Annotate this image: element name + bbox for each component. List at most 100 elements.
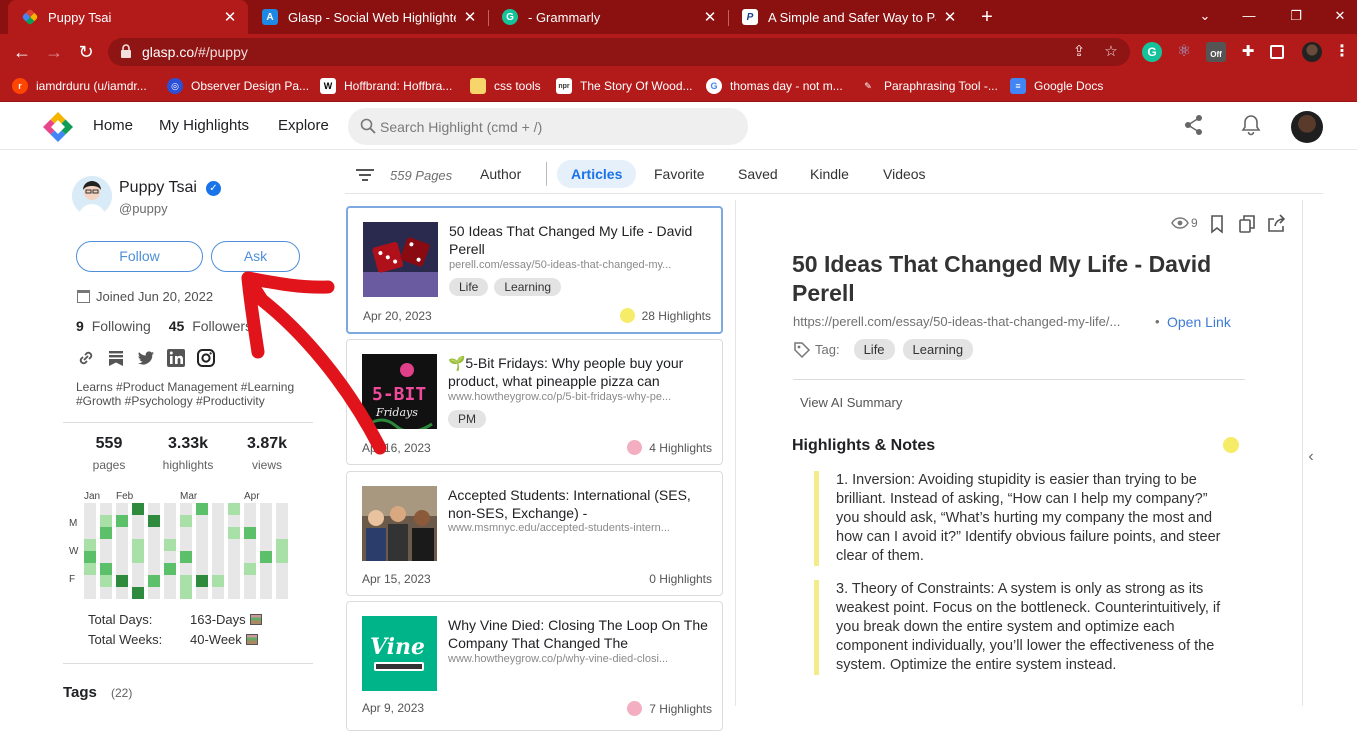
article-title[interactable]: Accepted Students: International (SES, n…	[448, 486, 710, 522]
tab-kindle[interactable]: Kindle	[810, 166, 849, 182]
article-card[interactable]: 50 Ideas That Changed My Life - David Pe…	[346, 206, 723, 334]
heatmap-cell[interactable]	[180, 515, 192, 527]
heatmap-cell[interactable]	[212, 551, 224, 563]
heatmap-cell[interactable]	[196, 503, 208, 515]
heatmap-cell[interactable]	[260, 551, 272, 563]
heatmap-cell[interactable]	[132, 503, 144, 515]
heatmap-cell[interactable]	[164, 539, 176, 551]
heatmap-cell[interactable]	[132, 575, 144, 587]
heatmap-cell[interactable]	[100, 527, 112, 539]
heatmap-cell[interactable]	[244, 575, 256, 587]
heatmap-cell[interactable]	[276, 515, 288, 527]
glasp-logo-icon[interactable]	[42, 111, 74, 143]
user-avatar[interactable]	[1291, 111, 1323, 143]
article-card[interactable]: Vine Why Vine Died: Closing The Loop On …	[346, 601, 723, 731]
heatmap-cell[interactable]	[276, 587, 288, 599]
following-count[interactable]: 9	[76, 318, 84, 334]
heatmap-cell[interactable]	[84, 587, 96, 599]
heatmap-cell[interactable]	[260, 575, 272, 587]
extension-off-icon[interactable]: Off	[1206, 42, 1226, 62]
article-card[interactable]: 5-BIT Fridays 🌱5-Bit Fridays: Why people …	[346, 339, 723, 465]
browser-tab-grammarly[interactable]: G - Grammarly ✕	[488, 0, 728, 34]
lock-icon[interactable]	[120, 44, 132, 58]
heatmap-cell[interactable]	[180, 527, 192, 539]
heatmap-cell[interactable]	[228, 551, 240, 563]
heatmap-cell[interactable]	[244, 503, 256, 515]
copy-icon[interactable]	[1237, 214, 1257, 234]
heatmap-cell[interactable]	[212, 575, 224, 587]
close-icon[interactable]: ✕	[942, 8, 958, 26]
share-page-icon[interactable]: ⇪	[1070, 43, 1088, 61]
heatmap-cell[interactable]	[100, 539, 112, 551]
heatmap-cell[interactable]	[116, 575, 128, 587]
heatmap-cell[interactable]	[148, 563, 160, 575]
heatmap-cell[interactable]	[196, 515, 208, 527]
heatmap-cell[interactable]	[276, 563, 288, 575]
heatmap-cell[interactable]	[84, 527, 96, 539]
heatmap-cell[interactable]	[228, 575, 240, 587]
close-icon[interactable]: ✕	[702, 8, 718, 26]
back-icon[interactable]: ←	[10, 40, 34, 64]
heatmap-cell[interactable]	[116, 551, 128, 563]
nav-home[interactable]: Home	[93, 117, 133, 134]
heatmap-cell[interactable]	[180, 539, 192, 551]
heatmap-cell[interactable]	[132, 515, 144, 527]
heatmap-cell[interactable]	[148, 575, 160, 587]
search-input[interactable]	[380, 116, 730, 138]
heatmap-cell[interactable]	[196, 527, 208, 539]
heatmap-cell[interactable]	[116, 527, 128, 539]
browser-tab-glasp[interactable]: A Glasp - Social Web Highlighter or ✕	[248, 0, 488, 34]
tab-videos[interactable]: Videos	[883, 166, 926, 182]
bookmark-item[interactable]: r iamdrduru (u/iamdr...	[12, 76, 147, 96]
bookmark-item[interactable]: ≡ Google Docs	[1010, 76, 1103, 96]
heatmap-cell[interactable]	[132, 527, 144, 539]
menu-kebab-icon[interactable]: ⋮	[1332, 42, 1352, 62]
tag-chip[interactable]: Life	[449, 278, 489, 296]
heatmap-cell[interactable]	[148, 503, 160, 515]
following-label[interactable]: Following	[92, 318, 151, 334]
bookmark-item[interactable]: css tools	[470, 76, 541, 96]
heatmap-cell[interactable]	[180, 575, 192, 587]
heatmap-cell[interactable]	[180, 563, 192, 575]
heatmap-cell[interactable]	[132, 587, 144, 599]
article-title[interactable]: Why Vine Died: Closing The Loop On The C…	[448, 616, 710, 652]
close-icon[interactable]: ✕	[222, 8, 238, 26]
side-panel-icon[interactable]	[1270, 45, 1284, 59]
heatmap-cell[interactable]	[100, 575, 112, 587]
bookmark-item[interactable]: W Hoffbrand: Hoffbra...	[320, 76, 452, 96]
heatmap-cell[interactable]	[260, 587, 272, 599]
highlight-color-dot[interactable]	[1223, 437, 1239, 453]
heatmap-cell[interactable]	[260, 515, 272, 527]
article-title[interactable]: 50 Ideas That Changed My Life - David Pe…	[449, 222, 711, 258]
heatmap-cell[interactable]	[84, 515, 96, 527]
new-tab-button[interactable]: +	[976, 5, 998, 29]
heatmap-cell[interactable]	[276, 575, 288, 587]
heatmap-cell[interactable]	[100, 551, 112, 563]
heatmap-cell[interactable]	[260, 563, 272, 575]
bookmark-star-icon[interactable]: ☆	[1102, 43, 1120, 61]
heatmap-cell[interactable]	[148, 539, 160, 551]
browser-tab-puppy-tsai[interactable]: Puppy Tsai ✕	[8, 0, 248, 34]
minimize-icon[interactable]: —	[1238, 5, 1260, 27]
tags-heading[interactable]: Tags	[63, 684, 97, 701]
heatmap-cell[interactable]	[164, 575, 176, 587]
restore-icon[interactable]: ❐	[1285, 5, 1307, 27]
tag-chip[interactable]: Learning	[494, 278, 562, 296]
forward-icon[interactable]: →	[42, 40, 66, 64]
heatmap-cell[interactable]	[148, 515, 160, 527]
ask-button[interactable]: Ask	[211, 241, 300, 272]
extensions-puzzle-icon[interactable]: ✚	[1238, 42, 1258, 62]
heatmap-cell[interactable]	[244, 515, 256, 527]
heatmap-cell[interactable]	[180, 503, 192, 515]
heatmap-cell[interactable]	[244, 563, 256, 575]
heatmap-cell[interactable]	[116, 515, 128, 527]
heatmap-cell[interactable]	[196, 539, 208, 551]
heatmap-cell[interactable]	[212, 503, 224, 515]
heatmap-cell[interactable]	[164, 515, 176, 527]
heatmap-cell[interactable]	[276, 527, 288, 539]
heatmap-cell[interactable]	[100, 563, 112, 575]
export-icon[interactable]	[1267, 214, 1287, 234]
grammarly-extension-icon[interactable]: G	[1142, 42, 1162, 62]
heatmap-cell[interactable]	[260, 539, 272, 551]
bookmark-item[interactable]: npr The Story Of Wood...	[556, 76, 693, 96]
